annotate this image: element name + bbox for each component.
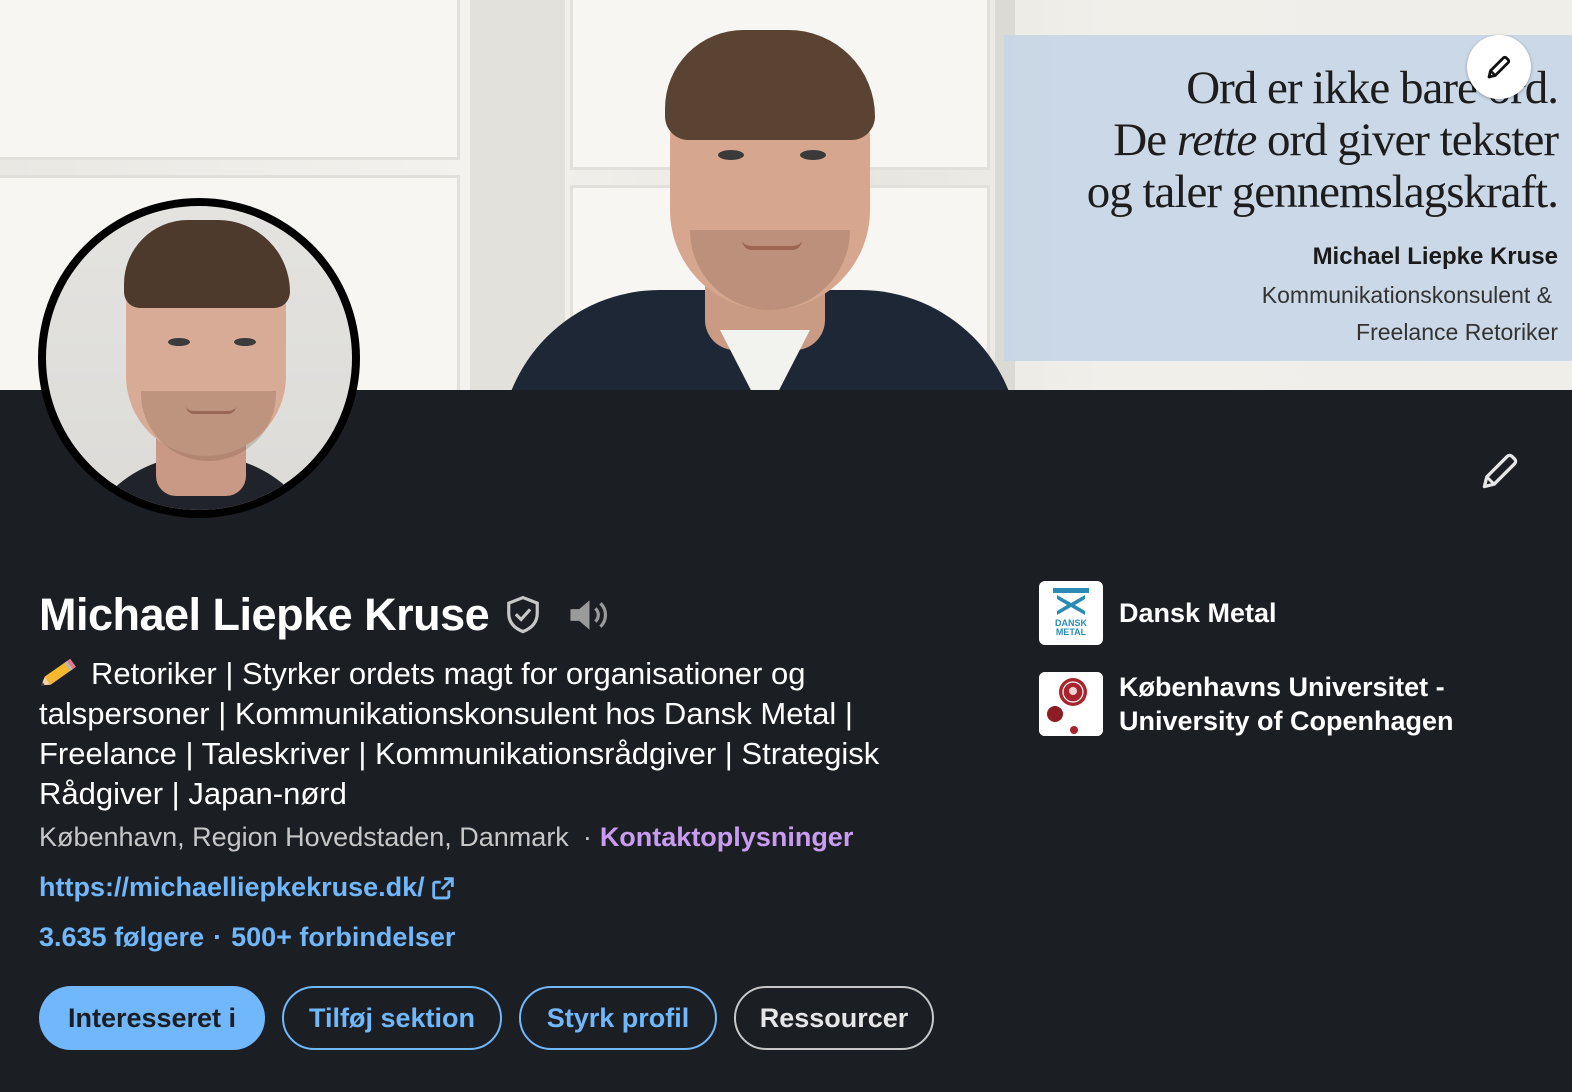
dansk-metal-logo-text: DANSK METAL [1054,618,1087,637]
school-name[interactable]: Københavns Universitet - University of C… [1119,670,1454,738]
university-seal-icon [1039,672,1103,736]
headline-text: Retoriker | Styrker ordets magt for orga… [39,656,880,811]
speaker-icon [570,600,608,630]
company-name[interactable]: Dansk Metal [1119,596,1277,630]
verified-badge[interactable] [503,593,543,637]
add-section-button[interactable]: Tilføj sektion [282,986,502,1050]
contact-info-link[interactable]: Kontaktoplysninger [600,822,854,853]
interested-in-button[interactable]: Interesseret i [39,986,265,1050]
website-url[interactable]: https://michaelliepkekruse.dk/ [39,872,425,903]
location-text: København, Region Hovedstaden, Danmark [39,822,569,852]
pronunciation-button[interactable] [565,595,611,635]
avatar-photo [46,206,352,510]
school-name-line-2: University of Copenhagen [1119,706,1454,736]
location-row: København, Region Hovedstaden, Danmark ·… [39,822,853,853]
external-link-icon [429,874,457,902]
banner-role-line-1: Kommunikationskonsulent & [1261,282,1552,308]
profile-name: Michael Liepke Kruse [39,589,490,640]
profile-headline: Retoriker | Styrker ordets magt for orga… [39,654,939,814]
education-item[interactable]: Københavns Universitet - University of C… [1039,670,1454,738]
edit-banner-button[interactable] [1467,35,1531,99]
banner-quote-line-3: og taler gennemslagskraft. [1086,166,1559,218]
profile-avatar[interactable] [38,198,360,518]
pencil-emoji-icon [41,658,76,686]
profile-actions: Interesseret i Tilføj sektion Styrk prof… [39,986,934,1050]
followers-link[interactable]: 3.635 følgere [39,922,204,953]
separator-dot: · [213,922,223,952]
separator-dot: · [582,822,592,852]
banner-person-photo [500,10,1020,390]
current-company-item[interactable]: DANSK METAL Dansk Metal [1039,581,1277,645]
dansk-metal-logo: DANSK METAL [1039,581,1103,645]
pencil-icon [1487,55,1511,79]
resources-button[interactable]: Ressourcer [734,986,934,1050]
connections-link[interactable]: 500+ forbindelser [231,922,455,953]
pencil-icon [1482,453,1518,489]
banner-window-pane [0,0,460,160]
banner-name: Michael Liepke Kruse [1312,243,1558,270]
school-name-line-1: Københavns Universitet - [1119,672,1445,702]
shield-check-icon [507,595,540,634]
strengthen-profile-button[interactable]: Styrk profil [519,986,717,1050]
banner-quote-line-2: De rette ord giver tekster [1113,114,1559,166]
banner-role-line-2: Freelance Retoriker [1356,319,1558,345]
website-link[interactable]: https://michaelliepkekruse.dk/ [39,872,457,903]
edit-profile-button[interactable] [1474,445,1526,497]
network-stats: 3.635 følgere · 500+ forbindelser [39,922,455,953]
university-of-copenhagen-logo [1039,672,1103,736]
profile-name-row: Michael Liepke Kruse [39,585,611,645]
